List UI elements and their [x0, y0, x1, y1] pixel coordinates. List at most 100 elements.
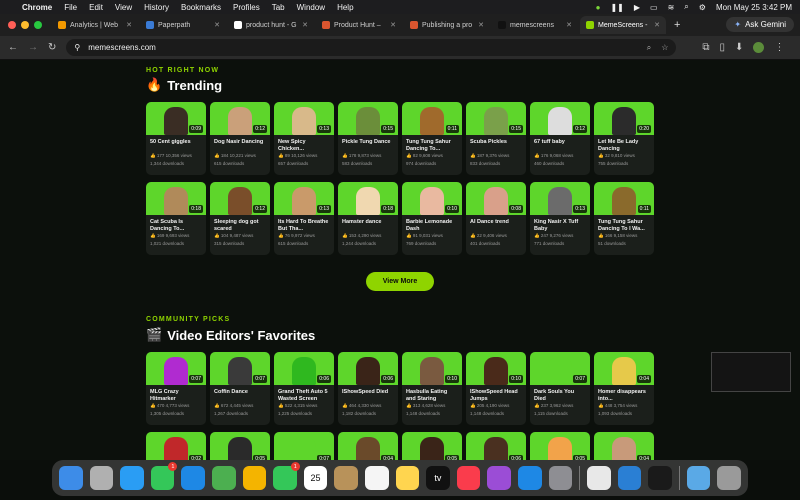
- meme-card[interactable]: 0:12 67 tuff baby 👍 176 9,068 views 460 dow…: [530, 102, 590, 175]
- tab-close-icon[interactable]: ✕: [478, 21, 484, 29]
- meme-thumbnail[interactable]: 0:09: [146, 102, 206, 135]
- forward-icon[interactable]: →: [28, 42, 38, 53]
- meme-card[interactable]: 0:13 King Nasir X Tuff Baby 👍 247 9,276 vi…: [530, 182, 590, 255]
- meme-title[interactable]: Dog Nasir Dancing: [210, 135, 270, 152]
- meme-title[interactable]: Tung Tung Sahur Dancing To I Wa...: [594, 215, 654, 232]
- messages-icon[interactable]: 1: [150, 462, 178, 490]
- meme-card[interactable]: 0:20 Let Me Be Lady Dancing 👍 32 9,810 vie…: [594, 102, 654, 175]
- meme-card[interactable]: 0:07 MLG Crazy Hitmarker 👍 470 4,773 views…: [146, 352, 206, 425]
- meme-card[interactable]: 0:07: [274, 432, 334, 460]
- meme-thumbnail[interactable]: 0:18: [338, 182, 398, 215]
- meme-card[interactable]: 0:04: [338, 432, 398, 460]
- meme-title[interactable]: Cat Scuba Is Dancing To...: [146, 215, 206, 232]
- clock[interactable]: Mon May 25 3:42 PM: [716, 3, 792, 12]
- appstore-icon[interactable]: [517, 466, 542, 490]
- meme-card[interactable]: 0:18 Hamster dance 👍 153 4,290 views 1,244 …: [338, 182, 398, 255]
- search-icon[interactable]: ⌕: [684, 2, 688, 12]
- music-icon[interactable]: [456, 466, 481, 490]
- meme-card[interactable]: 0:08 AI Dance trend 👍 22 9,406 views 401 do…: [466, 182, 526, 255]
- meme-card[interactable]: 0:11 Tung Tung Sahur Dancing To I Wa... 👍 …: [594, 182, 654, 255]
- meme-title[interactable]: Homer disappears into...: [594, 385, 654, 402]
- tab-close-icon[interactable]: ✕: [390, 21, 396, 29]
- meme-card[interactable]: 0:12 Sleeping dog got scared 👍 104 9,487 v…: [210, 182, 270, 255]
- zoom-window-button[interactable]: [34, 21, 42, 29]
- contacts-icon[interactable]: [334, 466, 358, 490]
- meme-thumbnail[interactable]: 0:13: [274, 102, 334, 135]
- mail-icon[interactable]: [181, 466, 205, 490]
- meme-title[interactable]: Grand Theft Auto 5 Wasted Screen: [274, 385, 334, 402]
- meme-title[interactable]: 67 tuff baby: [530, 135, 590, 152]
- meme-card[interactable]: 0:02: [146, 432, 206, 460]
- meme-card[interactable]: 0:06 IShowSpeed Died 👍 464 4,330 views 1,18…: [338, 352, 398, 425]
- meme-thumbnail[interactable]: 0:07: [530, 352, 590, 385]
- meme-thumbnail[interactable]: 0:06: [274, 352, 334, 385]
- meme-card[interactable]: 0:06: [466, 432, 526, 460]
- meme-thumbnail[interactable]: 0:12: [530, 102, 590, 135]
- meme-card[interactable]: 0:04 Homer disappears into... 👍 448 3,754 …: [594, 352, 654, 425]
- meme-title[interactable]: Hasbulla Eating and Staring: [402, 385, 462, 402]
- terminal-icon[interactable]: [648, 466, 672, 490]
- launchpad-icon[interactable]: [89, 466, 114, 490]
- browser-tab[interactable]: MemeScreens - ✕: [580, 16, 666, 34]
- ask-gemini-button[interactable]: ✦ Ask Gemini: [726, 17, 794, 32]
- maps-icon[interactable]: [211, 466, 236, 490]
- calendar-icon[interactable]: 25: [303, 466, 328, 490]
- bookmark-star-icon[interactable]: ☆: [661, 43, 668, 53]
- meme-title[interactable]: Its Hard To Breathe But Tha...: [274, 215, 334, 232]
- meme-card[interactable]: 0:13 Its Hard To Breathe But Tha... 👍 76 9…: [274, 182, 334, 255]
- meme-thumbnail[interactable]: 0:15: [338, 102, 398, 135]
- tab-close-icon[interactable]: ✕: [214, 21, 220, 29]
- close-window-button[interactable]: [8, 21, 16, 29]
- site-info-icon[interactable]: ⚲: [74, 43, 80, 52]
- browser-tab[interactable]: Paperpath ✕: [140, 16, 226, 34]
- menu-bookmarks[interactable]: Bookmarks: [181, 3, 221, 12]
- meme-card[interactable]: 0:09 50 Cent giggles 👍 177 10,356 views 1,3…: [146, 102, 206, 175]
- meme-thumbnail[interactable]: 0:13: [530, 182, 590, 215]
- screen-record-icon[interactable]: ●: [596, 3, 601, 12]
- zoom-icon[interactable]: ⌕: [647, 43, 651, 53]
- tab-close-icon[interactable]: ✕: [654, 21, 660, 29]
- meme-card[interactable]: 0:18 Cat Scuba Is Dancing To... 👍 169 9,69…: [146, 182, 206, 255]
- settings-icon[interactable]: [548, 466, 573, 490]
- menu-window[interactable]: Window: [297, 3, 325, 12]
- notes-icon[interactable]: [395, 466, 420, 490]
- meme-thumbnail[interactable]: 0:10: [402, 182, 462, 215]
- meme-thumbnail[interactable]: 0:06: [466, 432, 526, 460]
- play-icon[interactable]: ▶: [634, 3, 640, 12]
- finder-icon[interactable]: [59, 466, 83, 490]
- meme-title[interactable]: IShowSpeed Died: [338, 385, 398, 402]
- tab-close-icon[interactable]: ✕: [126, 21, 132, 29]
- reminders-icon[interactable]: [364, 466, 389, 490]
- meme-thumbnail[interactable]: 0:18: [146, 182, 206, 215]
- meme-title[interactable]: Pickle Tung Dance: [338, 135, 398, 152]
- view-more-button[interactable]: View More: [366, 272, 434, 291]
- folder-icon[interactable]: [686, 466, 711, 490]
- menu-dots-icon[interactable]: ⋮: [774, 42, 784, 53]
- browser-tab[interactable]: product hunt - G ✕: [228, 16, 314, 34]
- menu-tab[interactable]: Tab: [272, 3, 285, 12]
- meme-card[interactable]: 0:04: [594, 432, 654, 460]
- address-url[interactable]: memescreens.com: [88, 43, 156, 52]
- battery-icon[interactable]: ▭: [650, 3, 658, 12]
- meme-title[interactable]: Scuba Pickles: [466, 135, 526, 152]
- meme-card[interactable]: 0:10 Hasbulla Eating and Staring 👍 313 4,6…: [402, 352, 462, 425]
- meme-thumbnail[interactable]: 0:07: [274, 432, 334, 460]
- meme-thumbnail[interactable]: 0:05: [530, 432, 590, 460]
- meme-card[interactable]: 0:10 IShowSpeed Head Jumps 👍 205 4,190 vie…: [466, 352, 526, 425]
- meme-thumbnail[interactable]: 0:12: [210, 182, 270, 215]
- meme-card[interactable]: 0:07 Dark Souls You Died 👍 237 3,962 views…: [530, 352, 590, 425]
- address-bar[interactable]: ⚲ memescreens.com ⌕ ☆: [66, 39, 677, 56]
- meme-title[interactable]: Hamster dance: [338, 215, 398, 232]
- downloads-icon[interactable]: ⬇: [735, 42, 743, 53]
- meme-title[interactable]: Tung Tung Sahur Dancing To...: [402, 135, 462, 152]
- meme-title[interactable]: AI Dance trend: [466, 215, 526, 232]
- sidebar-icon[interactable]: ▯: [720, 42, 726, 53]
- control-center-icon[interactable]: ⚙: [699, 3, 706, 12]
- meme-thumbnail[interactable]: 0:05: [402, 432, 462, 460]
- meme-title[interactable]: King Nasir X Tuff Baby: [530, 215, 590, 232]
- wifi-icon[interactable]: ≋: [668, 3, 675, 12]
- meme-thumbnail[interactable]: 0:10: [466, 352, 526, 385]
- browser-tab[interactable]: Analytics | Web ✕: [52, 16, 138, 34]
- meme-thumbnail[interactable]: 0:13: [274, 182, 334, 215]
- browser-tab[interactable]: memescreens ✕: [492, 16, 578, 34]
